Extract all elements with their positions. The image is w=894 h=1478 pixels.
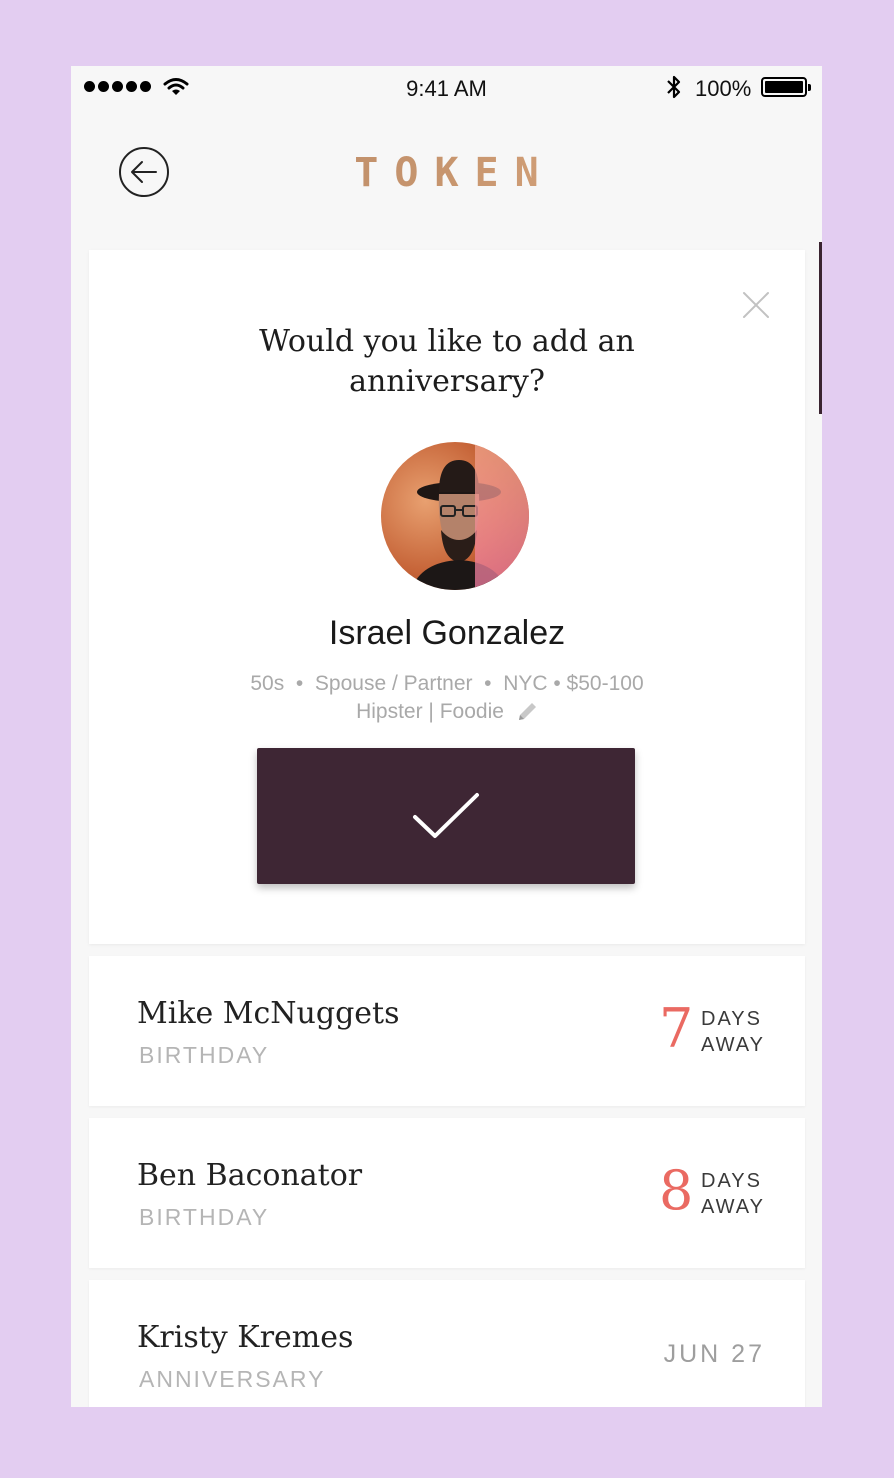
person-name: Israel Gonzalez — [328, 614, 566, 652]
away-label: AWAY — [701, 1196, 765, 1218]
event-type: BIRTHDAY — [139, 1204, 270, 1230]
edit-pencil-icon[interactable] — [516, 701, 538, 723]
list-item[interactable]: Ben Baconator BIRTHDAY 8 DAYS AWAY — [89, 1118, 805, 1268]
avatar — [381, 442, 529, 590]
days-away-label: DAYS AWAY — [701, 1006, 765, 1058]
close-icon[interactable] — [741, 290, 771, 320]
days-away-label: DAYS AWAY — [701, 1168, 765, 1220]
event-person-name: Ben Baconator — [137, 1158, 363, 1193]
days-away-count: 7 — [659, 997, 694, 1060]
add-anniversary-prompt-card: Would you like to add an anniversary? Is… — [89, 250, 805, 944]
profile-photo-image — [381, 442, 529, 590]
status-bar: 9:41 AM 100% — [71, 66, 822, 110]
list-item[interactable]: Kristy Kremes ANNIVERSARY JUN 27 — [89, 1280, 805, 1407]
event-person-name: Kristy Kremes — [137, 1320, 354, 1355]
battery-icon — [761, 77, 811, 97]
prompt-question: Would you like to add an anniversary? — [259, 324, 635, 399]
days-label: DAYS — [701, 1008, 762, 1030]
person-meta-line1: 50s • Spouse / Partner • NYC • $50-100 — [250, 672, 644, 695]
phone-screen: 9:41 AM 100% TOKEN Would you like to add… — [71, 66, 822, 1407]
confirm-add-anniversary-button[interactable] — [257, 748, 635, 884]
person-meta-line2-row: Hipster | Foodie — [356, 698, 538, 726]
event-type: ANNIVERSARY — [139, 1366, 326, 1392]
days-label: DAYS — [701, 1170, 762, 1192]
scrollbar[interactable] — [819, 242, 822, 414]
battery-percentage: 100% — [695, 76, 752, 101]
person-details: 50s • Spouse / Partner • NYC • $50-100 H… — [89, 670, 805, 726]
event-type: BIRTHDAY — [139, 1042, 270, 1068]
event-date: JUN 27 — [663, 1340, 765, 1368]
away-label: AWAY — [701, 1034, 765, 1056]
days-away-count: 8 — [659, 1159, 694, 1222]
app-logo: TOKEN — [71, 150, 822, 196]
bluetooth-icon — [667, 75, 681, 99]
list-item[interactable]: Mike McNuggets BIRTHDAY 7 DAYS AWAY — [89, 956, 805, 1106]
checkmark-icon — [413, 793, 479, 838]
event-person-name: Mike McNuggets — [137, 996, 400, 1031]
person-tags: Hipster | Foodie — [356, 700, 504, 723]
